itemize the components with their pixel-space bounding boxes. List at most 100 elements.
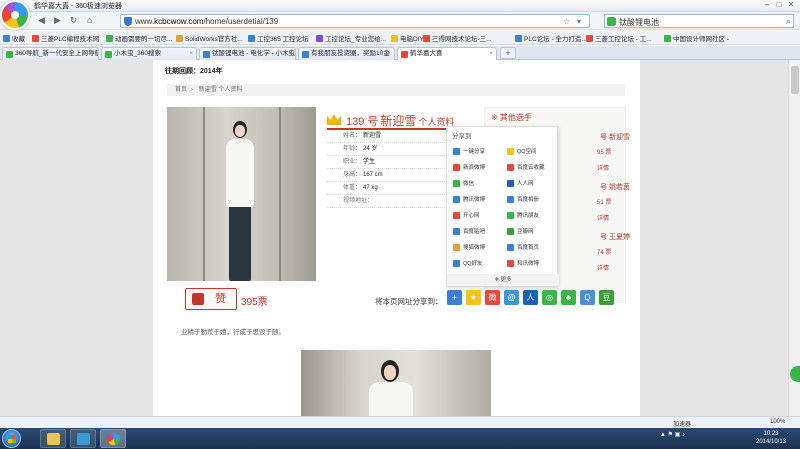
- profile-row-value: 学生: [363, 159, 376, 165]
- share-target-item[interactable]: 百度首页: [507, 242, 559, 252]
- bookmark-icon: [3, 34, 10, 42]
- home-button[interactable]: ⌂: [84, 15, 95, 26]
- close-tab-icon[interactable]: ×: [189, 48, 193, 60]
- share-target-item[interactable]: 一键分享: [453, 146, 505, 156]
- breadcrumb-home[interactable]: 首页: [175, 87, 187, 93]
- share-target-item[interactable]: 腾讯朋友: [507, 210, 559, 220]
- bookmark-item[interactable]: 工控论坛_专业您给...: [316, 33, 386, 43]
- bookmark-item[interactable]: 收藏: [3, 33, 25, 43]
- accelerator-button[interactable]: 加速器: [673, 419, 691, 428]
- bookmark-item[interactable]: 三菱工控论坛 - 工...: [586, 33, 652, 43]
- share-target-item[interactable]: 百度云收藏: [507, 162, 559, 172]
- close-tab-icon[interactable]: ×: [489, 48, 493, 60]
- profile-photo[interactable]: [167, 107, 316, 281]
- profile-row-value: 新迎雪: [363, 133, 382, 139]
- wechat-share-icon[interactable]: ◎: [542, 290, 557, 305]
- second-photo[interactable]: [301, 350, 491, 416]
- plus-share-icon[interactable]: +: [447, 290, 462, 305]
- maximize-button[interactable]: □: [774, 1, 784, 10]
- other-contestant-votes: 51 票: [597, 200, 612, 206]
- scrollbar-thumb[interactable]: [791, 66, 799, 94]
- back-button[interactable]: ◀: [36, 15, 47, 26]
- refresh-button[interactable]: ↻: [68, 15, 79, 26]
- bookmark-item[interactable]: 动画需要的一切尽...: [106, 33, 172, 43]
- taskbar-app-icon[interactable]: [70, 429, 96, 448]
- other-contestant-detail-link[interactable]: 详情: [597, 263, 609, 272]
- tab[interactable]: 有我朋友投资圈，奖励10金 ×: [298, 47, 395, 60]
- breadcrumb: 首页 › 新迎雪 个人资料: [167, 84, 625, 96]
- weibo-share-icon[interactable]: 微: [485, 290, 500, 305]
- bookmark-icon: [176, 34, 183, 42]
- side-float-icon[interactable]: [790, 366, 800, 382]
- share-target-item[interactable]: 腾讯微博: [453, 194, 505, 204]
- kaixin-share-icon[interactable]: ♣: [561, 290, 576, 305]
- share-target-item[interactable]: 搜狐微博: [453, 242, 505, 252]
- share-popup: 分享到 ✚ 更多 一键分享 QQ空间 新浪微博 百度云收藏 微信 人人网 腾讯微博 百度相册开…: [446, 126, 559, 287]
- tab[interactable]: 360导航_新一代安全上网导航 ×: [2, 47, 99, 60]
- bookmark-item[interactable]: 中国设计师网社区 -: [664, 33, 729, 43]
- tqq-share-icon[interactable]: @: [504, 290, 519, 305]
- vertical-scrollbar[interactable]: [788, 60, 800, 416]
- minimize-button[interactable]: –: [762, 1, 772, 10]
- breadcrumb-current: 新迎雪 个人资料: [198, 87, 243, 93]
- share-more-button[interactable]: ✚ 更多: [447, 274, 559, 286]
- system-tray[interactable]: ▲ ⚑ ▣ ♪: [660, 431, 685, 438]
- taskbar-browser-icon[interactable]: [100, 429, 126, 448]
- profile-row-value: 24 岁: [363, 146, 378, 152]
- close-tab-icon[interactable]: ×: [288, 48, 292, 60]
- other-contestant-detail-link[interactable]: 详情: [597, 213, 609, 222]
- search-box[interactable]: 钛酸锂电池 ⌕: [604, 14, 794, 28]
- forward-button[interactable]: ▶: [52, 15, 63, 26]
- qq-share-icon[interactable]: Q: [580, 290, 595, 305]
- share-target-item[interactable]: 新浪微博: [453, 162, 505, 172]
- profile-row-key: 体重：: [343, 185, 362, 191]
- start-button[interactable]: [2, 429, 21, 448]
- profile-title: 139 号 新迎雪 个人资料: [327, 112, 454, 129]
- zoom-level[interactable]: 100%: [770, 419, 785, 425]
- search-icon[interactable]: ⌕: [786, 16, 791, 27]
- share-target-item[interactable]: 开心网: [453, 210, 505, 220]
- profile-row: 身高： 167 cm: [327, 169, 463, 182]
- share-target-icon: [507, 163, 514, 171]
- share-target-item[interactable]: 微信: [453, 178, 505, 188]
- share-target-item[interactable]: QQ空间: [507, 146, 559, 156]
- bookmark-item[interactable]: SolidWorks官方社...: [176, 33, 243, 43]
- bookmark-item[interactable]: 工控365 工控论坛: [248, 33, 309, 43]
- share-target-icon: [507, 227, 514, 235]
- bookmark-item[interactable]: 三得网技术论坛-三...: [423, 33, 492, 43]
- like-button[interactable]: 赞: [185, 288, 237, 310]
- qzone-share-icon[interactable]: ★: [466, 290, 481, 305]
- new-tab-button[interactable]: +: [500, 47, 516, 59]
- share-target-item[interactable]: 和讯微博: [507, 258, 559, 268]
- tab[interactable]: 钛酸锂电池 - 电化学 - 小木虫 ×: [199, 47, 296, 60]
- other-contestant-name[interactable]: 号 新迎雪: [600, 132, 630, 142]
- tab-active[interactable]: 鹤华嘉大喜 ×: [397, 47, 497, 61]
- renren-share-icon[interactable]: 人: [523, 290, 538, 305]
- search-engine-icon[interactable]: [607, 17, 616, 26]
- share-target-icon: [453, 259, 460, 267]
- clock[interactable]: 10:23 2014/10/13: [748, 430, 794, 446]
- share-target-item[interactable]: 人人网: [507, 178, 559, 188]
- bookmark-item[interactable]: 三菱PLC编程技术网: [32, 33, 99, 43]
- share-target-item[interactable]: QQ好友: [453, 258, 505, 268]
- close-tab-icon[interactable]: ×: [387, 48, 391, 60]
- other-contestant-detail-link[interactable]: 详情: [597, 163, 609, 172]
- close-window-button[interactable]: ✕: [786, 1, 796, 10]
- taskbar-explorer-icon[interactable]: [40, 429, 66, 448]
- close-tab-icon[interactable]: ×: [91, 48, 95, 60]
- url-text[interactable]: www.kcbcwow.com/home/userdetial/139: [135, 17, 278, 26]
- star-icon[interactable]: ☆: [563, 17, 570, 26]
- dropdown-icon[interactable]: ▾: [577, 17, 581, 26]
- share-target-item[interactable]: 豆瓣网: [507, 226, 559, 236]
- address-bar[interactable]: www.kcbcwow.com/home/userdetial/139 ☆ ▾: [120, 14, 590, 28]
- other-contestant-name[interactable]: 号 姚若茵: [600, 182, 630, 192]
- search-input[interactable]: 钛酸锂电池: [619, 17, 659, 28]
- browser-logo-icon[interactable]: [0, 0, 30, 30]
- share-target-item[interactable]: 百度贴吧: [453, 226, 505, 236]
- bookmark-item[interactable]: PLC论坛 - 全力打造...: [515, 33, 587, 43]
- share-target-item[interactable]: 百度相册: [507, 194, 559, 204]
- douban-share-icon[interactable]: 豆: [599, 290, 614, 305]
- bookmark-icon: [664, 34, 671, 42]
- tab[interactable]: 小木虫_360搜索 ×: [101, 47, 197, 60]
- other-contestant-name[interactable]: 号 王夏婷: [600, 232, 630, 242]
